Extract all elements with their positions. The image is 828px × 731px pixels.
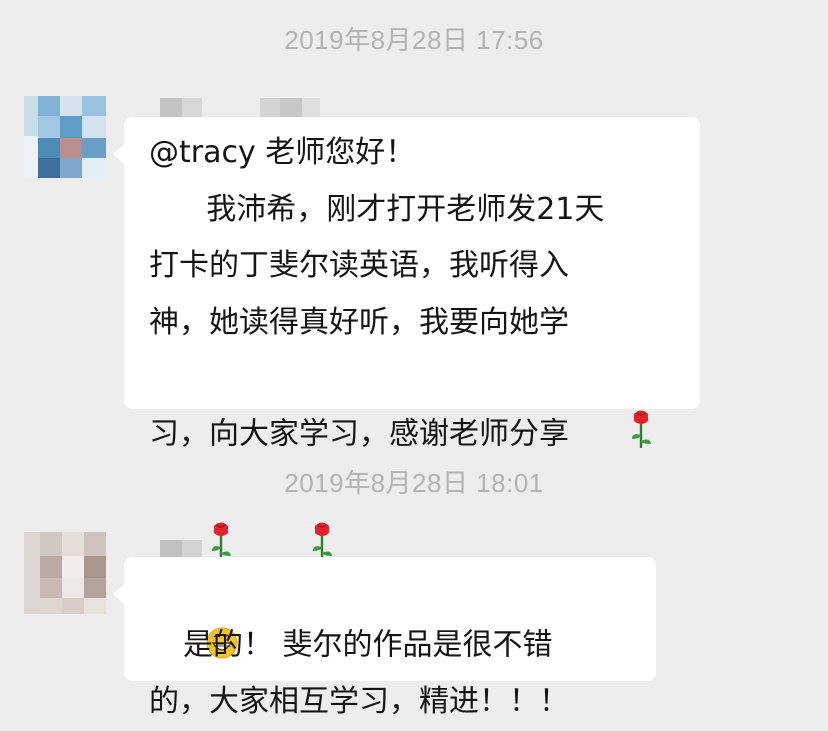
message-text-line: @tracy 老师您好！ bbox=[149, 135, 416, 170]
bubble-tail bbox=[113, 583, 125, 605]
message-text-line: 打卡的丁斐尔读英语，我听得入 bbox=[149, 248, 569, 283]
timestamp: 2019年8月28日 17:56 bbox=[284, 25, 544, 55]
message-text: 习，向大家学习，感谢老师分享 bbox=[149, 416, 569, 452]
avatar[interactable] bbox=[24, 96, 106, 178]
avatar-pixelated-image bbox=[24, 96, 106, 178]
message-text-line: 习，向大家学习，感谢老师分享 bbox=[149, 351, 700, 467]
message-text-line: 的，大家相互学习，精进！！！ bbox=[149, 684, 569, 719]
rose-icon bbox=[569, 351, 656, 467]
message-bubble[interactable]: 是的！ 斐尔的作品是很不错 的，大家相互学习，精进！！！ bbox=[113, 557, 656, 719]
avatar[interactable] bbox=[24, 532, 106, 614]
bubble-tail bbox=[113, 143, 125, 165]
timestamp: 2019年8月28日 18:01 bbox=[284, 468, 544, 498]
message-text-line: 是的！ 斐尔的作品是很不错 bbox=[149, 565, 656, 674]
avatar-pixelated-image bbox=[24, 532, 106, 614]
message-bubble[interactable]: @tracy 老师您好！ 我沛希，刚才打开老师发21天 打卡的丁斐尔读英语，我听… bbox=[113, 117, 700, 560]
grin-emoji-icon bbox=[149, 565, 238, 658]
message-text: 是的！ 斐尔的作品是很不错 bbox=[183, 627, 553, 663]
message-text-line: 神，她读得真好听，我要向她学 bbox=[149, 304, 569, 340]
message-text-line: 我沛希，刚才打开老师发21天 bbox=[149, 191, 605, 227]
